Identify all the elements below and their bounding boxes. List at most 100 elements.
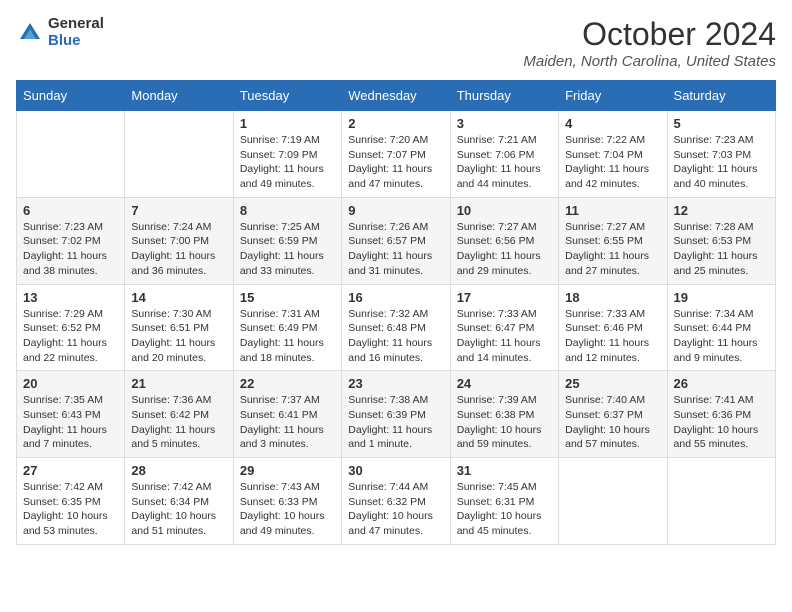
- day-number: 31: [457, 463, 552, 478]
- day-number: 16: [348, 290, 443, 305]
- table-row: 23 Sunrise: 7:38 AM Sunset: 6:39 PM Dayli…: [342, 371, 450, 458]
- table-row: 17 Sunrise: 7:33 AM Sunset: 6:47 PM Dayli…: [450, 284, 558, 371]
- header-monday: Monday: [125, 81, 233, 111]
- day-info: Sunrise: 7:42 AM Sunset: 6:35 PM Dayligh…: [23, 480, 118, 539]
- header-friday: Friday: [559, 81, 667, 111]
- table-row: 31 Sunrise: 7:45 AM Sunset: 6:31 PM Dayli…: [450, 458, 558, 545]
- table-row: 16Sunrise: 7:32 AM Sunset: 6:48 PM Dayli…: [342, 284, 450, 371]
- header-wednesday: Wednesday: [342, 81, 450, 111]
- day-number: 22: [240, 376, 335, 391]
- day-number: 9: [348, 203, 443, 218]
- calendar-week-row: 20Sunrise: 7:35 AM Sunset: 6:43 PM Dayli…: [17, 371, 776, 458]
- day-number: 17: [457, 290, 552, 305]
- page-header: General Blue October 2024 Maiden, North …: [16, 16, 776, 70]
- table-row: 22 Sunrise: 7:37 AM Sunset: 6:41 PM Dayli…: [233, 371, 341, 458]
- day-number: 27: [23, 463, 118, 478]
- table-row: 30 Sunrise: 7:44 AM Sunset: 6:32 PM Dayli…: [342, 458, 450, 545]
- table-row: 15Sunrise: 7:31 AM Sunset: 6:49 PM Dayli…: [233, 284, 341, 371]
- day-number: 14: [131, 290, 226, 305]
- table-row: 5 Sunrise: 7:23 AM Sunset: 7:03 PM Daylig…: [667, 111, 775, 198]
- day-info: Sunrise: 7:22 AM Sunset: 7:04 PM Dayligh…: [565, 133, 660, 192]
- logo: General Blue: [16, 16, 104, 49]
- table-row: 24 Sunrise: 7:39 AM Sunset: 6:38 PM Dayli…: [450, 371, 558, 458]
- day-number: 29: [240, 463, 335, 478]
- day-info: Sunrise: 7:37 AM Sunset: 6:41 PM Dayligh…: [240, 393, 335, 452]
- table-row: 11Sunrise: 7:27 AM Sunset: 6:55 PM Dayli…: [559, 197, 667, 284]
- day-info: Sunrise: 7:19 AM Sunset: 7:09 PM Dayligh…: [240, 133, 335, 192]
- header-sunday: Sunday: [17, 81, 125, 111]
- day-info: Sunrise: 7:25 AM Sunset: 6:59 PM Dayligh…: [240, 220, 335, 279]
- table-row: 9 Sunrise: 7:26 AM Sunset: 6:57 PM Daylig…: [342, 197, 450, 284]
- day-info: Sunrise: 7:31 AM Sunset: 6:49 PM Dayligh…: [240, 307, 335, 366]
- day-info: Sunrise: 7:43 AM Sunset: 6:33 PM Dayligh…: [240, 480, 335, 539]
- day-number: 4: [565, 116, 660, 131]
- table-row: [667, 458, 775, 545]
- day-number: 23: [348, 376, 443, 391]
- day-number: 18: [565, 290, 660, 305]
- day-number: 24: [457, 376, 552, 391]
- day-info: Sunrise: 7:28 AM Sunset: 6:53 PM Dayligh…: [674, 220, 769, 279]
- day-number: 13: [23, 290, 118, 305]
- calendar-header-row: Sunday Monday Tuesday Wednesday Thursday…: [17, 81, 776, 111]
- table-row: [559, 458, 667, 545]
- day-number: 3: [457, 116, 552, 131]
- day-number: 28: [131, 463, 226, 478]
- day-number: 25: [565, 376, 660, 391]
- table-row: 2 Sunrise: 7:20 AM Sunset: 7:07 PM Daylig…: [342, 111, 450, 198]
- day-info: Sunrise: 7:24 AM Sunset: 7:00 PM Dayligh…: [131, 220, 226, 279]
- table-row: 19Sunrise: 7:34 AM Sunset: 6:44 PM Dayli…: [667, 284, 775, 371]
- day-info: Sunrise: 7:26 AM Sunset: 6:57 PM Dayligh…: [348, 220, 443, 279]
- day-info: Sunrise: 7:36 AM Sunset: 6:42 PM Dayligh…: [131, 393, 226, 452]
- day-number: 2: [348, 116, 443, 131]
- table-row: 18 Sunrise: 7:33 AM Sunset: 6:46 PM Dayli…: [559, 284, 667, 371]
- day-info: Sunrise: 7:34 AM Sunset: 6:44 PM Dayligh…: [674, 307, 769, 366]
- day-info: Sunrise: 7:38 AM Sunset: 6:39 PM Dayligh…: [348, 393, 443, 452]
- day-number: 6: [23, 203, 118, 218]
- day-number: 26: [674, 376, 769, 391]
- header-saturday: Saturday: [667, 81, 775, 111]
- table-row: 10 Sunrise: 7:27 AM Sunset: 6:56 PM Dayli…: [450, 197, 558, 284]
- table-row: 29 Sunrise: 7:43 AM Sunset: 6:33 PM Dayli…: [233, 458, 341, 545]
- table-row: 4 Sunrise: 7:22 AM Sunset: 7:04 PM Daylig…: [559, 111, 667, 198]
- day-info: Sunrise: 7:40 AM Sunset: 6:37 PM Dayligh…: [565, 393, 660, 452]
- table-row: [125, 111, 233, 198]
- calendar-week-row: 1 Sunrise: 7:19 AM Sunset: 7:09 PM Daylig…: [17, 111, 776, 198]
- table-row: 7 Sunrise: 7:24 AM Sunset: 7:00 PM Daylig…: [125, 197, 233, 284]
- day-info: Sunrise: 7:33 AM Sunset: 6:47 PM Dayligh…: [457, 307, 552, 366]
- day-info: Sunrise: 7:42 AM Sunset: 6:34 PM Dayligh…: [131, 480, 226, 539]
- day-number: 11: [565, 203, 660, 218]
- day-info: Sunrise: 7:29 AM Sunset: 6:52 PM Dayligh…: [23, 307, 118, 366]
- day-number: 8: [240, 203, 335, 218]
- calendar-week-row: 6Sunrise: 7:23 AM Sunset: 7:02 PM Daylig…: [17, 197, 776, 284]
- table-row: 8 Sunrise: 7:25 AM Sunset: 6:59 PM Daylig…: [233, 197, 341, 284]
- day-info: Sunrise: 7:44 AM Sunset: 6:32 PM Dayligh…: [348, 480, 443, 539]
- table-row: 13 Sunrise: 7:29 AM Sunset: 6:52 PM Dayli…: [17, 284, 125, 371]
- day-number: 30: [348, 463, 443, 478]
- table-row: [17, 111, 125, 198]
- day-number: 12: [674, 203, 769, 218]
- day-info: Sunrise: 7:39 AM Sunset: 6:38 PM Dayligh…: [457, 393, 552, 452]
- calendar-week-row: 27 Sunrise: 7:42 AM Sunset: 6:35 PM Dayli…: [17, 458, 776, 545]
- table-row: 1 Sunrise: 7:19 AM Sunset: 7:09 PM Daylig…: [233, 111, 341, 198]
- day-number: 20: [23, 376, 118, 391]
- table-row: 3 Sunrise: 7:21 AM Sunset: 7:06 PM Daylig…: [450, 111, 558, 198]
- day-number: 5: [674, 116, 769, 131]
- day-number: 10: [457, 203, 552, 218]
- logo-general: General: [48, 16, 104, 33]
- title-area: October 2024 Maiden, North Carolina, Uni…: [523, 16, 776, 70]
- day-info: Sunrise: 7:23 AM Sunset: 7:03 PM Dayligh…: [674, 133, 769, 192]
- table-row: 14Sunrise: 7:30 AM Sunset: 6:51 PM Dayli…: [125, 284, 233, 371]
- day-number: 7: [131, 203, 226, 218]
- table-row: 27 Sunrise: 7:42 AM Sunset: 6:35 PM Dayli…: [17, 458, 125, 545]
- month-title: October 2024: [523, 16, 776, 53]
- day-info: Sunrise: 7:41 AM Sunset: 6:36 PM Dayligh…: [674, 393, 769, 452]
- day-info: Sunrise: 7:45 AM Sunset: 6:31 PM Dayligh…: [457, 480, 552, 539]
- day-info: Sunrise: 7:27 AM Sunset: 6:56 PM Dayligh…: [457, 220, 552, 279]
- day-info: Sunrise: 7:20 AM Sunset: 7:07 PM Dayligh…: [348, 133, 443, 192]
- day-number: 1: [240, 116, 335, 131]
- day-info: Sunrise: 7:33 AM Sunset: 6:46 PM Dayligh…: [565, 307, 660, 366]
- table-row: 28 Sunrise: 7:42 AM Sunset: 6:34 PM Dayli…: [125, 458, 233, 545]
- logo-blue: Blue: [48, 33, 104, 50]
- day-info: Sunrise: 7:21 AM Sunset: 7:06 PM Dayligh…: [457, 133, 552, 192]
- location-title: Maiden, North Carolina, United States: [523, 53, 776, 70]
